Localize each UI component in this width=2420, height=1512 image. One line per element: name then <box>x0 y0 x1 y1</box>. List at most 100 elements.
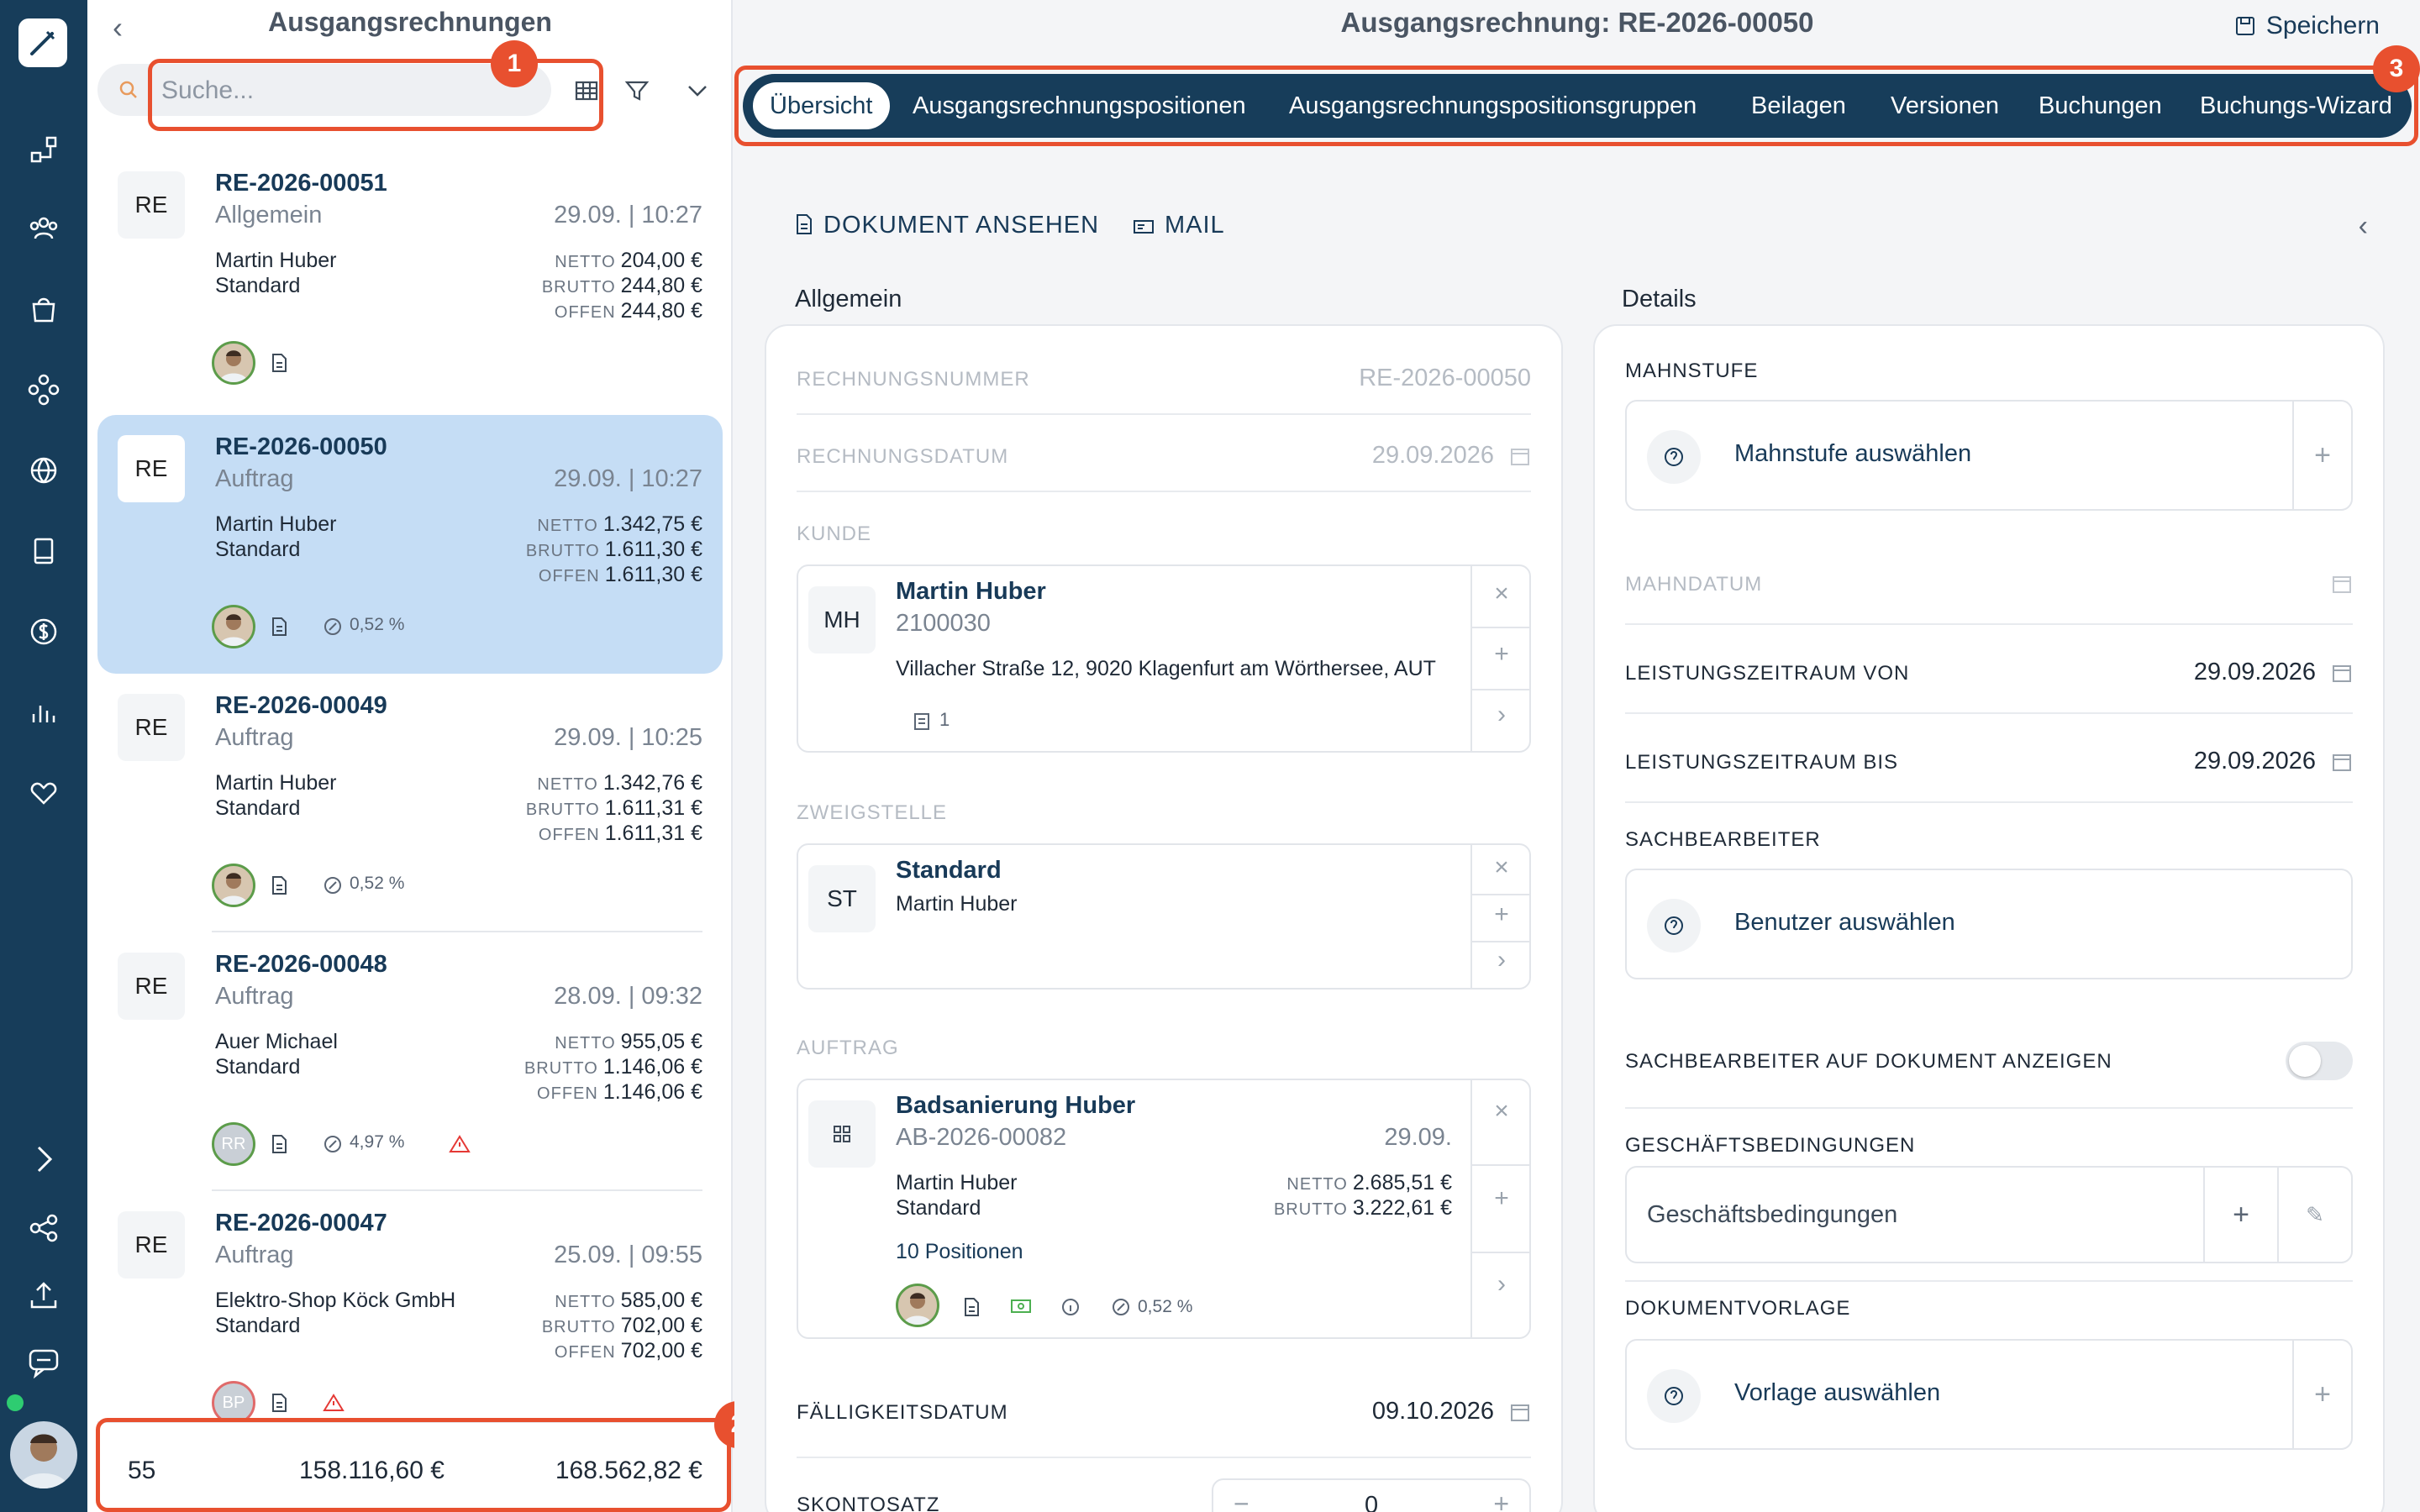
list-title: Ausgangsrechnungen <box>268 7 552 37</box>
calendar-icon[interactable] <box>2331 751 2353 773</box>
chat-icon[interactable] <box>25 1344 62 1381</box>
customer-name: Martin Huber <box>215 771 337 795</box>
modules-icon[interactable] <box>25 371 62 408</box>
clerk-select[interactable]: Benutzer auswählen <box>1625 869 2353 979</box>
service-from-value[interactable]: 29.09.2026 <box>2194 659 2316 686</box>
clear-customer-icon[interactable]: × <box>1472 580 1531 608</box>
upload-icon[interactable] <box>25 1277 62 1314</box>
add-template-icon[interactable]: + <box>2292 1341 2351 1448</box>
open-order-chevron-icon[interactable]: › <box>1472 1270 1531 1299</box>
document-icon <box>271 617 292 638</box>
item-icon-row: 0,52 % <box>205 864 541 911</box>
discount-rate-value[interactable]: 0 <box>1365 1492 1378 1512</box>
customer-name: Auer Michael <box>215 1030 338 1053</box>
mail-button[interactable]: MAIL <box>1133 212 1225 239</box>
open-customer-chevron-icon[interactable]: › <box>1472 701 1531 729</box>
decrement-icon[interactable]: − <box>1234 1488 1249 1512</box>
branch-name: Standard <box>215 1055 301 1079</box>
show-clerk-toggle[interactable] <box>2286 1042 2353 1080</box>
net-amount: NETTO 204,00 € <box>555 249 702 272</box>
customer-card[interactable]: MH Martin Huber 2100030 Villacher Straße… <box>797 564 1531 753</box>
customer-name: Martin Huber <box>896 578 1046 605</box>
invoice-date: 29.09. | 10:27 <box>554 202 702 228</box>
item-icon-row <box>205 341 541 388</box>
invoice-list-item[interactable]: RE RE-2026-00047 Auftrag 25.09. | 09:55 Elek… <box>97 1191 723 1450</box>
filter-icon[interactable] <box>620 74 654 108</box>
customer-name: Elektro-Shop Köck GmbH <box>215 1289 456 1312</box>
branch-name: Standard <box>215 796 301 820</box>
invoice-list-item[interactable]: RE RE-2026-00049 Auftrag 29.09. | 10:25 Mart… <box>97 674 723 932</box>
floppy-icon <box>2235 17 2254 35</box>
invoice-type: Allgemein <box>215 202 323 228</box>
discount-icon <box>1113 1299 1129 1315</box>
order-card[interactable]: Badsanierung Huber AB-2026-00082 29.09. … <box>797 1079 1531 1339</box>
order-gross: BRUTTO 3.222,61 € <box>1273 1196 1452 1220</box>
heart-icon[interactable] <box>25 774 62 811</box>
terms-field[interactable]: Geschäftsbedingungen + ✎ <box>1625 1166 2353 1263</box>
customer-avatar <box>212 341 255 385</box>
chart-icon[interactable] <box>25 694 62 731</box>
invoice-type: Auftrag <box>215 465 294 492</box>
user-avatar[interactable] <box>10 1421 77 1488</box>
highlight-tabs <box>734 66 2418 146</box>
add-dunning-level-icon[interactable]: + <box>2292 402 2351 509</box>
calendar-icon[interactable] <box>1509 1401 1531 1423</box>
customer-name: Martin Huber <box>215 512 337 536</box>
order-number: AB-2026-00082 <box>896 1124 1067 1151</box>
open-amount: OFFEN 702,00 € <box>554 1339 702 1362</box>
question-icon <box>1647 899 1701 953</box>
service-to-value[interactable]: 29.09.2026 <box>2194 748 2316 775</box>
warning-icon <box>449 1134 471 1156</box>
branch-card[interactable]: ST Standard Martin Huber × + › <box>797 843 1531 990</box>
show-clerk-label: SACHBEARBEITER AUF DOKUMENT ANZEIGEN <box>1625 1050 2112 1073</box>
clear-branch-icon[interactable]: × <box>1472 853 1531 882</box>
mail-icon <box>1134 220 1154 234</box>
online-status-dot <box>7 1394 24 1411</box>
globe-icon[interactable] <box>25 452 62 489</box>
add-customer-icon[interactable]: + <box>1472 640 1531 669</box>
discount-rate-label: SKONTOSATZ <box>797 1494 940 1512</box>
edit-pencil-icon[interactable]: ✎ <box>2277 1168 2351 1262</box>
info-icon <box>1062 1299 1079 1315</box>
add-order-icon[interactable]: + <box>1472 1184 1531 1213</box>
dunning-level-select[interactable]: Mahnstufe auswählen + <box>1625 400 2353 511</box>
order-icon-box <box>808 1100 876 1168</box>
dollar-icon[interactable] <box>25 613 62 650</box>
order-net: NETTO 2.685,51 € <box>1286 1171 1452 1194</box>
add-terms-icon[interactable]: + <box>2203 1168 2277 1262</box>
table-view-icon[interactable] <box>570 74 603 108</box>
invoice-type: Auftrag <box>215 724 294 751</box>
item-icon-row: 0,52 % <box>205 605 541 652</box>
users-icon[interactable] <box>25 210 62 247</box>
save-button[interactable]: Speichern <box>2234 12 2380 40</box>
add-branch-icon[interactable]: + <box>1472 900 1531 929</box>
doc-type-badge: RE <box>118 953 185 1020</box>
workflow-icon[interactable] <box>25 131 62 168</box>
net-amount: NETTO 585,00 € <box>555 1289 702 1312</box>
invoice-number: RE-2026-00049 <box>215 692 387 719</box>
expand-chevron-icon[interactable] <box>25 1141 62 1178</box>
collapse-chevron-icon[interactable]: ‹ <box>2359 210 2368 243</box>
invoice-list-item[interactable]: RE RE-2026-00051 Allgemein 29.09. | 10:27 Ma… <box>97 151 723 410</box>
customer-initials: MH <box>808 586 876 654</box>
book-icon[interactable] <box>25 533 62 570</box>
view-document-button[interactable]: DOKUMENT ANSEHEN <box>795 212 1099 239</box>
invoice-list-item[interactable]: RE RE-2026-00050 Auftrag 29.09. | 10:27 Mart… <box>97 415 723 674</box>
invoice-list-item[interactable]: RE RE-2026-00048 Auftrag 28.09. | 09:32 Auer… <box>97 932 723 1191</box>
share-icon[interactable] <box>25 1210 62 1247</box>
app-logo[interactable] <box>18 18 67 67</box>
invoice-detail: Ausgangsrechnung: RE-2026-00050 Speicher… <box>734 0 2420 1512</box>
shopping-bag-icon[interactable] <box>25 291 62 328</box>
clear-order-icon[interactable]: × <box>1472 1097 1531 1126</box>
calendar-icon[interactable] <box>2331 573 2353 595</box>
discount-rate-stepper[interactable]: − 0 + <box>1212 1478 1531 1512</box>
invoice-number-label: RECHNUNGSNUMMER <box>797 368 1030 391</box>
open-branch-chevron-icon[interactable]: › <box>1472 946 1531 974</box>
calendar-icon[interactable] <box>2331 662 2353 684</box>
customer-avatar <box>212 864 255 907</box>
template-select[interactable]: Vorlage auswählen + <box>1625 1339 2353 1450</box>
due-date-value[interactable]: 09.10.2026 <box>1372 1398 1494 1425</box>
customer-avatar <box>212 605 255 648</box>
chevron-down-icon[interactable] <box>681 74 714 108</box>
increment-icon[interactable]: + <box>1493 1488 1509 1512</box>
